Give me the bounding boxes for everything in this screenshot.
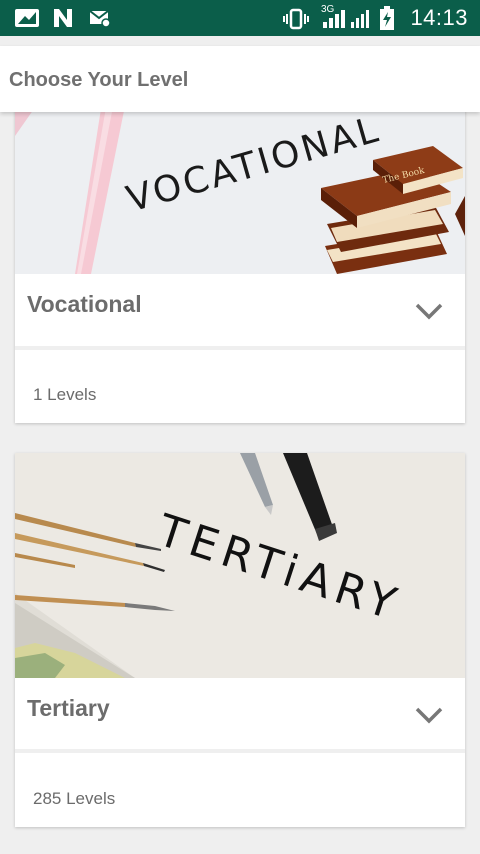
vocational-image: The Book VOCATIONAL [15, 96, 465, 274]
vibrate-icon [283, 8, 309, 30]
level-card-tertiary[interactable]: TERTiARY Tertiary 285 Levels [15, 453, 465, 827]
status-bar: 3G 14:13 [0, 0, 480, 36]
app-bar: Choose Your Level [0, 46, 480, 112]
tertiary-image: TERTiARY [15, 453, 465, 678]
card-title: Vocational [27, 291, 142, 317]
levels-count: 1 Levels [33, 385, 97, 404]
signal-icon [351, 10, 369, 28]
gallery-icon [15, 9, 39, 27]
chevron-down-icon[interactable] [415, 706, 443, 724]
page-title: Choose Your Level [9, 69, 189, 91]
level-card-vocational[interactable]: The Book VOCATIONAL Vocational 1 Levels [15, 96, 465, 423]
mail-icon [89, 10, 111, 28]
card-divider [15, 346, 465, 350]
card-title: Tertiary [27, 695, 110, 721]
n-app-icon [54, 9, 72, 27]
clock: 14:13 [410, 5, 468, 30]
signal-3g-icon [323, 10, 345, 28]
levels-count: 285 Levels [33, 789, 116, 808]
card-divider [15, 749, 465, 753]
chevron-down-icon[interactable] [415, 302, 443, 320]
battery-charging-icon [380, 6, 394, 30]
